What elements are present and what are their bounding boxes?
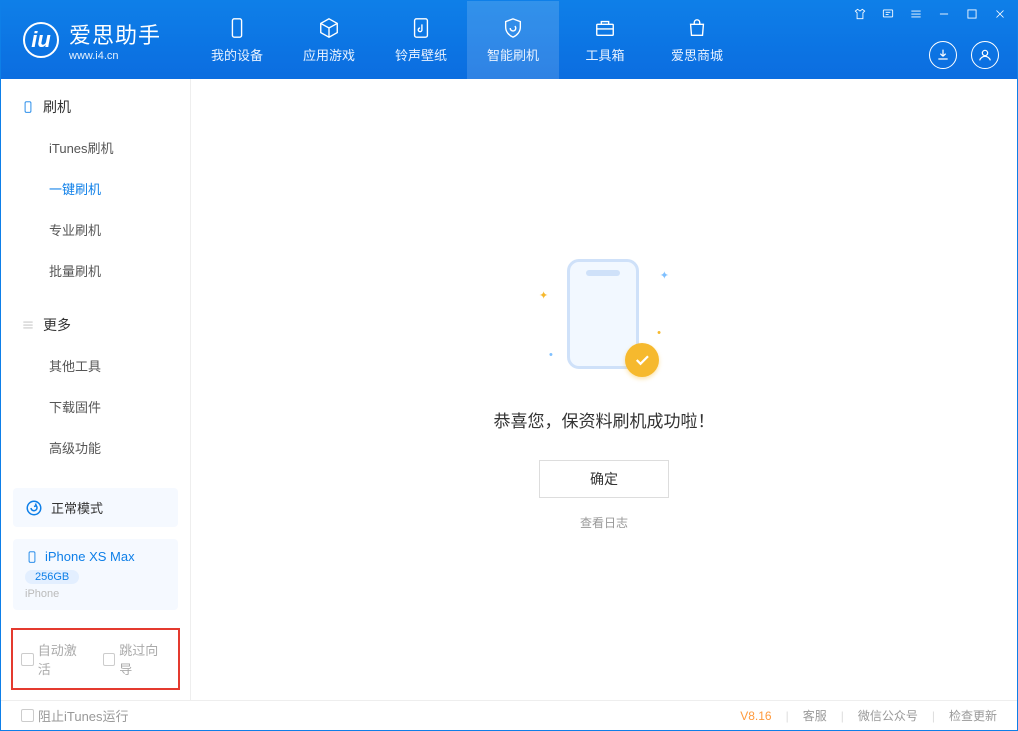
- sidebar-item-oneclick[interactable]: 一键刷机: [1, 168, 190, 209]
- sidebar-item-itunes[interactable]: iTunes刷机: [1, 127, 190, 168]
- device-name-row: iPhone XS Max: [25, 549, 166, 564]
- main-content: ✦ ✦ • • 恭喜您，保资料刷机成功啦！ 确定 查看日志: [191, 79, 1017, 700]
- device-capacity: 256GB: [25, 570, 79, 584]
- nav-store[interactable]: 爱思商城: [651, 1, 743, 79]
- sidebar: 刷机 iTunes刷机 一键刷机 专业刷机 批量刷机 更多 其他工具 下载固件 …: [1, 79, 191, 700]
- separator: |: [786, 709, 789, 723]
- sidebar-section-more: 更多 其他工具 下载固件 高级功能: [1, 297, 190, 474]
- nav-apps[interactable]: 应用游戏: [283, 1, 375, 79]
- footer-link-cs[interactable]: 客服: [803, 707, 827, 724]
- view-log-link[interactable]: 查看日志: [580, 514, 628, 531]
- logo-text: 爱思助手 www.i4.cn: [69, 18, 161, 62]
- device-type: iPhone: [25, 588, 166, 600]
- nav-smart-flash[interactable]: 智能刷机: [467, 1, 559, 79]
- device-name: iPhone XS Max: [45, 549, 135, 564]
- checkbox-block-itunes[interactable]: 阻止iTunes运行: [21, 706, 129, 725]
- success-illustration: ✦ ✦ • •: [539, 249, 669, 379]
- phone-icon: [226, 17, 248, 39]
- shirt-icon[interactable]: [851, 5, 869, 23]
- separator: |: [841, 709, 844, 723]
- checkbox-label: 自动激活: [38, 640, 89, 678]
- app-url: www.i4.cn: [69, 50, 161, 62]
- options-highlight-box: 自动激活 跳过向导: [11, 628, 180, 690]
- refresh-icon: [25, 499, 43, 517]
- music-file-icon: [410, 17, 432, 39]
- nav-toolbox[interactable]: 工具箱: [559, 1, 651, 79]
- cube-icon: [318, 17, 340, 39]
- sidebar-item-other[interactable]: 其他工具: [1, 345, 190, 386]
- body: 刷机 iTunes刷机 一键刷机 专业刷机 批量刷机 更多 其他工具 下载固件 …: [1, 79, 1017, 700]
- footer-link-wechat[interactable]: 微信公众号: [858, 707, 918, 724]
- success-message: 恭喜您，保资料刷机成功啦！: [494, 407, 715, 432]
- close-icon[interactable]: [991, 5, 1009, 23]
- checkbox-label: 阻止iTunes运行: [38, 706, 129, 725]
- check-badge-icon: [625, 343, 659, 377]
- checkbox-auto-activate[interactable]: 自动激活: [21, 640, 89, 678]
- list-icon: [21, 318, 35, 332]
- sidebar-header-flash: 刷机: [1, 97, 190, 127]
- nav-label: 应用游戏: [303, 45, 355, 64]
- sidebar-item-advanced[interactable]: 高级功能: [1, 427, 190, 468]
- menu-icon[interactable]: [907, 5, 925, 23]
- nav: 我的设备 应用游戏 铃声壁纸 智能刷机 工具箱 爱思商城: [191, 1, 743, 79]
- sparkle-icon: ✦: [539, 289, 548, 302]
- ok-button[interactable]: 确定: [539, 460, 669, 498]
- user-icon[interactable]: [971, 41, 999, 69]
- app-logo-icon: iu: [23, 22, 59, 58]
- checkbox-label: 跳过向导: [119, 640, 170, 678]
- sidebar-header-more: 更多: [1, 315, 190, 345]
- sidebar-item-batch[interactable]: 批量刷机: [1, 250, 190, 291]
- header: iu 爱思助手 www.i4.cn 我的设备 应用游戏 铃声壁纸 智能刷机 工具…: [1, 1, 1017, 79]
- nav-my-device[interactable]: 我的设备: [191, 1, 283, 79]
- minimize-icon[interactable]: [935, 5, 953, 23]
- sidebar-header-label: 刷机: [43, 97, 71, 117]
- nav-ringtone[interactable]: 铃声壁纸: [375, 1, 467, 79]
- window-controls: [851, 5, 1009, 23]
- nav-label: 我的设备: [211, 45, 263, 64]
- nav-label: 爱思商城: [671, 45, 723, 64]
- app-name: 爱思助手: [69, 18, 161, 50]
- device-icon: [25, 550, 39, 564]
- nav-label: 工具箱: [585, 45, 624, 64]
- maximize-icon[interactable]: [963, 5, 981, 23]
- feedback-icon[interactable]: [879, 5, 897, 23]
- nav-label: 智能刷机: [487, 45, 539, 64]
- sidebar-header-label: 更多: [43, 315, 71, 335]
- checkbox-icon: [21, 653, 34, 666]
- header-actions: [929, 41, 999, 69]
- toolbox-icon: [594, 17, 616, 39]
- footer-right: V8.16 | 客服 | 微信公众号 | 检查更新: [740, 707, 997, 724]
- sidebar-section-flash: 刷机 iTunes刷机 一键刷机 专业刷机 批量刷机: [1, 79, 190, 297]
- mode-panel[interactable]: 正常模式: [13, 488, 178, 527]
- nav-label: 铃声壁纸: [395, 45, 447, 64]
- device-card[interactable]: iPhone XS Max 256GB iPhone: [13, 539, 178, 610]
- bag-icon: [686, 17, 708, 39]
- checkbox-icon: [21, 709, 34, 722]
- phone-small-icon: [21, 100, 35, 114]
- download-icon[interactable]: [929, 41, 957, 69]
- version-label: V8.16: [740, 709, 771, 723]
- checkbox-icon: [103, 653, 116, 666]
- sparkle-icon: •: [549, 349, 553, 361]
- shield-refresh-icon: [502, 17, 524, 39]
- checkbox-skip-wizard[interactable]: 跳过向导: [103, 640, 171, 678]
- sparkle-icon: •: [657, 327, 661, 339]
- footer: 阻止iTunes运行 V8.16 | 客服 | 微信公众号 | 检查更新: [1, 700, 1017, 730]
- sidebar-item-firmware[interactable]: 下载固件: [1, 386, 190, 427]
- footer-link-update[interactable]: 检查更新: [949, 707, 997, 724]
- sidebar-item-pro[interactable]: 专业刷机: [1, 209, 190, 250]
- separator: |: [932, 709, 935, 723]
- mode-label: 正常模式: [51, 498, 103, 517]
- sparkle-icon: ✦: [660, 269, 669, 282]
- logo-area: iu 爱思助手 www.i4.cn: [1, 1, 191, 79]
